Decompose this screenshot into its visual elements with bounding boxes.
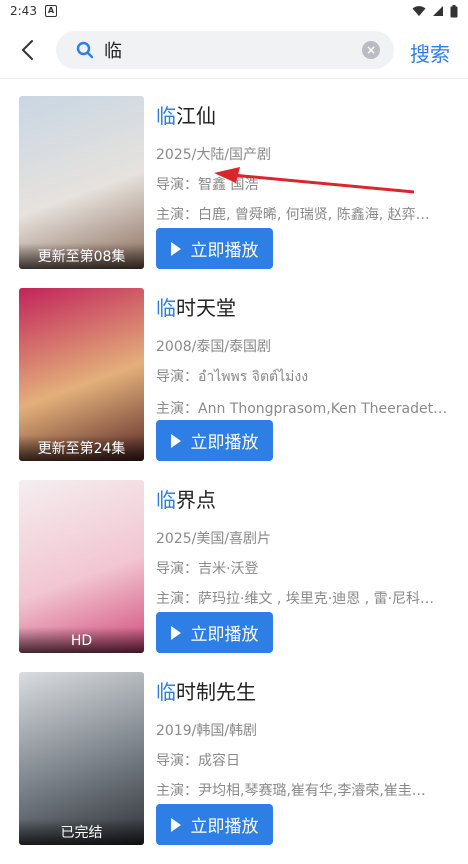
title-rest: 时制先生 — [176, 680, 256, 704]
search-header: 临 × 搜索 — [0, 22, 468, 78]
title-highlight: 临 — [156, 680, 176, 704]
status-time: 2:43 — [10, 4, 37, 18]
play-icon — [170, 241, 181, 256]
annotation-arrow — [214, 167, 415, 194]
poster-image[interactable]: 更新至第08集 — [19, 96, 144, 269]
result-cast: 主演：白鹿, 曾舜晞, 何瑞贤, 陈鑫海, 赵弈… — [156, 207, 430, 223]
episode-badge: 更新至第08集 — [19, 243, 144, 269]
play-icon — [170, 625, 181, 640]
search-box[interactable]: 临 × — [56, 31, 394, 69]
result-meta: 2025/大陆/国产剧 — [156, 147, 272, 163]
play-label: 立即播放 — [190, 817, 259, 837]
search-button[interactable]: 搜索 — [410, 38, 450, 67]
list-item[interactable]: 更新至第24集 临时天堂 2008/泰国/泰国剧 导演：อำไพพร จิตต์… — [0, 288, 468, 480]
header-divider — [0, 78, 468, 79]
title-rest: 时天堂 — [176, 296, 236, 320]
result-title[interactable]: 临时制先生 — [156, 676, 448, 704]
list-item[interactable]: 已完结 临时制先生 2019/韩国/韩剧 导演：成容日 主演：尹均相,琴赛璐,崔… — [0, 672, 468, 864]
result-director: 导演：อำไพพร จิตต์ไม่งง — [156, 369, 309, 385]
result-meta: 2025/美国/喜剧片 — [156, 531, 272, 547]
battery-icon — [450, 4, 458, 17]
notification-icon: A — [44, 5, 57, 17]
title-highlight: 临 — [156, 296, 176, 320]
play-label: 立即播放 — [190, 241, 259, 261]
title-highlight: 临 — [156, 104, 176, 128]
title-rest: 界点 — [176, 488, 216, 512]
play-icon — [170, 817, 181, 832]
list-item[interactable]: HD 临界点 2025/美国/喜剧片 导演：吉米·沃登 主演：萨玛拉·维文 , … — [0, 480, 468, 672]
wifi-icon — [412, 6, 426, 16]
search-icon — [76, 41, 94, 59]
episode-badge: 已完结 — [19, 819, 144, 845]
result-title[interactable]: 临界点 — [156, 484, 448, 512]
result-title[interactable]: 临江仙 — [156, 100, 448, 128]
poster-image[interactable]: HD — [19, 480, 144, 653]
play-label: 立即播放 — [190, 433, 259, 453]
title-highlight: 临 — [156, 488, 176, 512]
result-director: 导演：吉米·沃登 — [156, 561, 259, 577]
play-button[interactable]: 立即播放 — [156, 804, 273, 845]
search-input[interactable]: 临 — [104, 37, 362, 63]
play-button[interactable]: 立即播放 — [156, 228, 273, 269]
poster-image[interactable]: 更新至第24集 — [19, 288, 144, 461]
clear-icon[interactable]: × — [362, 41, 380, 59]
back-arrow-icon — [22, 40, 33, 60]
episode-badge: 更新至第24集 — [19, 435, 144, 461]
play-button[interactable]: 立即播放 — [156, 612, 273, 653]
episode-badge: HD — [19, 627, 144, 653]
result-director: 导演：成容日 — [156, 753, 240, 769]
result-title[interactable]: 临时天堂 — [156, 292, 448, 320]
result-meta: 2008/泰国/泰国剧 — [156, 339, 272, 355]
title-rest: 江仙 — [176, 104, 216, 128]
status-bar: 2:43 A — [0, 0, 468, 22]
result-cast: 主演：Ann Thongprasom,Ken Theeradeth … — [156, 401, 448, 417]
back-button[interactable] — [12, 34, 44, 66]
result-list: 更新至第08集 临江仙 2025/大陆/国产剧 导演：智鑫 国浩 主演：白鹿, … — [0, 96, 468, 864]
signal-icon — [433, 6, 443, 16]
play-button[interactable]: 立即播放 — [156, 420, 273, 461]
play-label: 立即播放 — [190, 625, 259, 645]
result-cast: 主演：萨玛拉·维文 , 埃里克·迪恩 , 雷·尼科… — [156, 591, 435, 607]
result-cast: 主演：尹均相,琴赛璐,崔有华,李濬荣,崔圭… — [156, 783, 426, 799]
poster-image[interactable]: 已完结 — [19, 672, 144, 845]
play-icon — [170, 433, 181, 448]
result-meta: 2019/韩国/韩剧 — [156, 723, 258, 739]
